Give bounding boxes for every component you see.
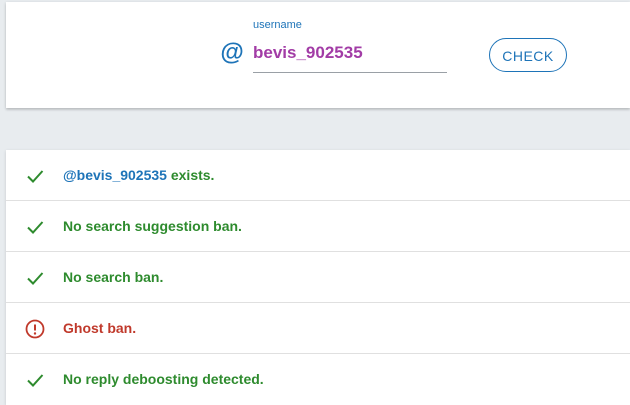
alert-circle-icon: [25, 319, 45, 339]
results-list: @bevis_902535 exists. No search suggesti…: [6, 150, 630, 405]
result-row-exists: @bevis_902535 exists.: [6, 150, 630, 201]
result-exists-text: @bevis_902535 exists.: [63, 150, 214, 201]
username-label: username: [253, 19, 302, 31]
username-input[interactable]: [253, 38, 447, 68]
checkmark-icon: [27, 272, 44, 285]
result-suggestion-ban-text: No search suggestion ban.: [63, 218, 242, 234]
result-row-ghost-ban: Ghost ban.: [6, 303, 630, 354]
username-handle: @bevis_902535: [63, 167, 167, 183]
exists-label: exists.: [166, 167, 215, 183]
result-reply-deboosting-text: No reply deboosting detected.: [63, 371, 264, 387]
search-card: @ username CHECK: [6, 2, 630, 108]
result-row-reply-deboosting: No reply deboosting detected.: [6, 354, 630, 405]
result-search-ban-text: No search ban.: [63, 269, 164, 285]
check-button[interactable]: CHECK: [489, 38, 567, 72]
checkmark-icon: [27, 170, 44, 183]
checkmark-icon: [27, 374, 44, 387]
result-ghost-ban-text: Ghost ban.: [63, 320, 137, 336]
checkmark-icon: [27, 221, 44, 234]
result-row-search-suggestion-ban: No search suggestion ban.: [6, 201, 630, 252]
result-row-search-ban: No search ban.: [6, 252, 630, 303]
at-icon: @: [220, 39, 244, 66]
username-field: [253, 38, 447, 73]
